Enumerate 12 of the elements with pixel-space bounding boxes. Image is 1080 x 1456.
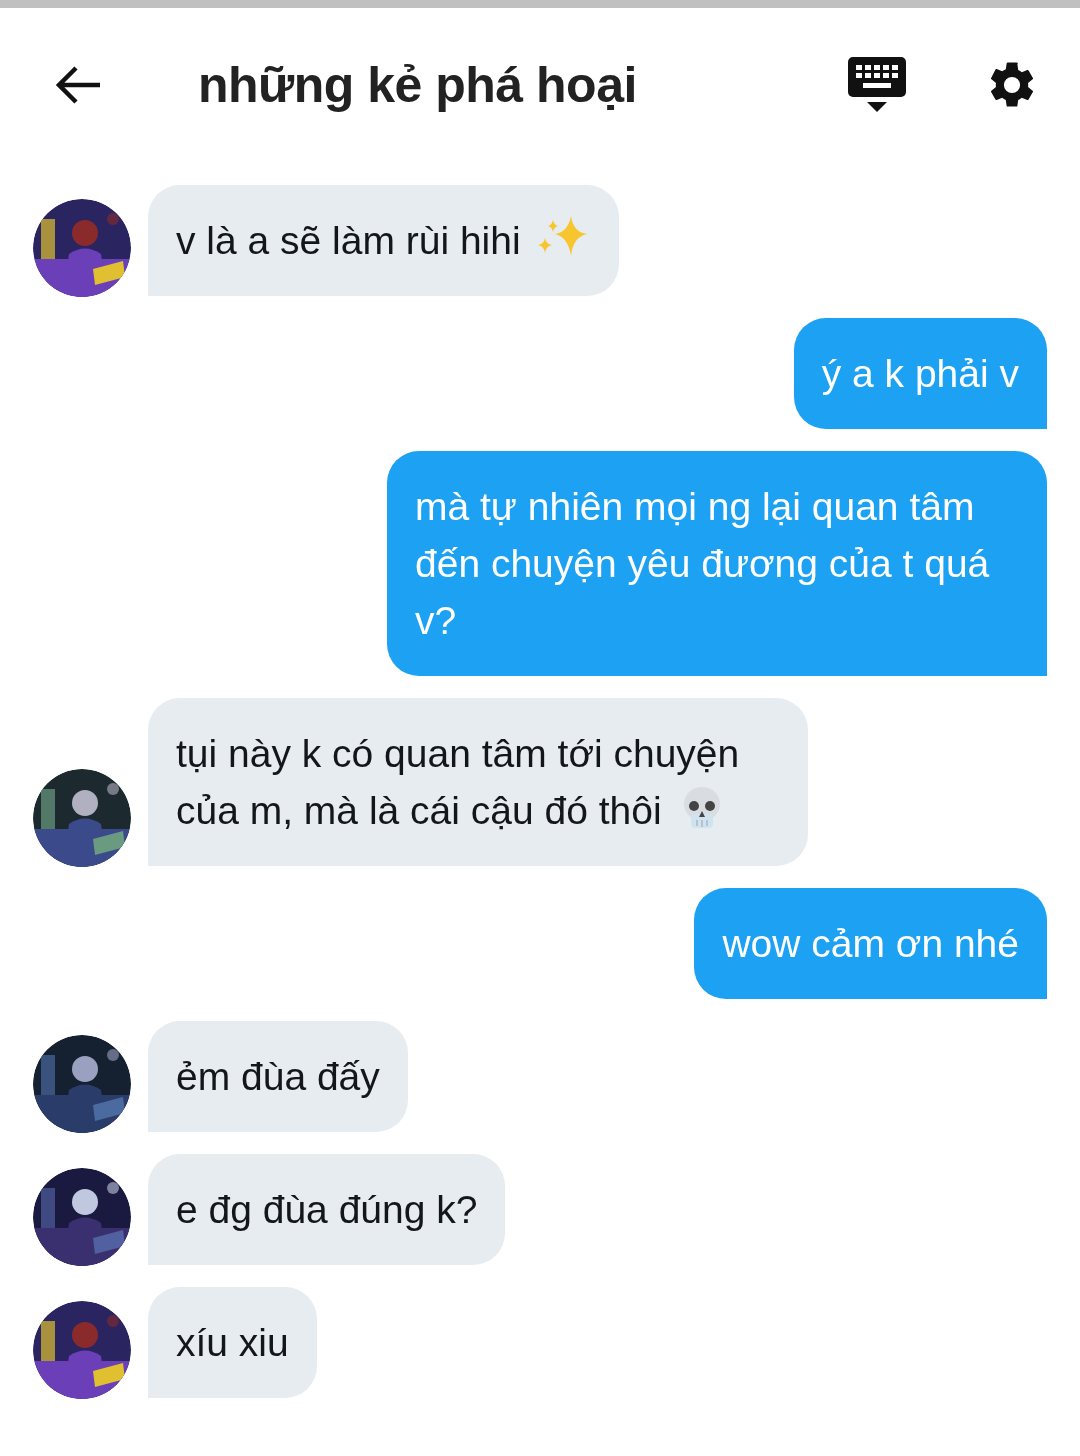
keyboard-icon [848,57,906,113]
received-message: v là a sẽ làm rùi hihi [148,185,619,296]
sent-message: mà tự nhiên mọi ng lại quan tâm đến chuyện yêu đương của t quá v? [387,451,1047,676]
sent-message: ý a k phải v [793,318,1047,429]
keyboard-button[interactable] [847,55,907,115]
received-message: xíu xiu [148,1287,317,1398]
sent-message: wow cảm ơn nhé [694,888,1047,999]
received-message: e đg đùa đúng k? [148,1154,506,1265]
back-arrow-icon [54,65,102,105]
chat-title: những kẻ phá hoại [198,55,637,115]
received-message: ẻm đùa đấy [148,1021,408,1132]
received-message: tụi này k có quan tâm tới chuyện của m, mà là cái cậu đó thôi [148,698,808,866]
